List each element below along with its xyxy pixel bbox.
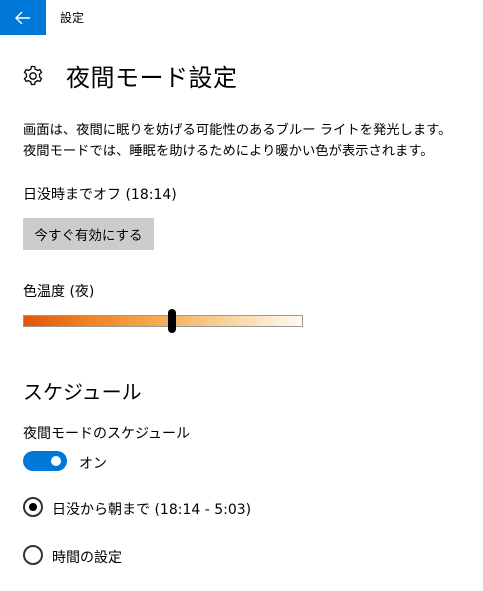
radio-selected-dot xyxy=(29,503,37,511)
turn-on-now-button[interactable]: 今すぐ有効にする xyxy=(23,218,154,250)
schedule-section-title: スケジュール xyxy=(23,380,142,404)
gear-icon xyxy=(22,65,44,87)
slider-thumb[interactable] xyxy=(168,309,176,333)
radio-sunset-to-sunrise[interactable] xyxy=(23,497,43,517)
toggle-knob xyxy=(51,456,61,466)
color-temperature-slider[interactable] xyxy=(23,315,303,327)
back-arrow-icon xyxy=(15,11,30,24)
description-text: 画面は、夜間に眠りを妨げる可能性のあるブルー ライトを発光します。夜間モードでは… xyxy=(23,123,452,159)
radio-set-hours[interactable] xyxy=(23,545,43,565)
page-header: 夜間モード設定 xyxy=(22,58,238,93)
radio-set-hours-label[interactable]: 時間の設定 xyxy=(52,547,122,567)
back-button[interactable] xyxy=(0,0,46,35)
schedule-toggle-label: 夜間モードのスケジュール xyxy=(23,426,191,442)
radio-sunset-to-sunrise-label[interactable]: 日没から朝まで (18:14 - 5:03) xyxy=(52,499,251,519)
app-title: 設定 xyxy=(60,11,85,25)
toggle-state-text: オン xyxy=(79,456,107,472)
status-text: 日没時までオフ (18:14) xyxy=(23,187,177,203)
title-bar: 設定 xyxy=(0,0,483,35)
page-title: 夜間モード設定 xyxy=(66,64,238,92)
schedule-toggle[interactable] xyxy=(23,451,67,471)
color-temperature-label: 色温度 (夜) xyxy=(23,284,95,300)
